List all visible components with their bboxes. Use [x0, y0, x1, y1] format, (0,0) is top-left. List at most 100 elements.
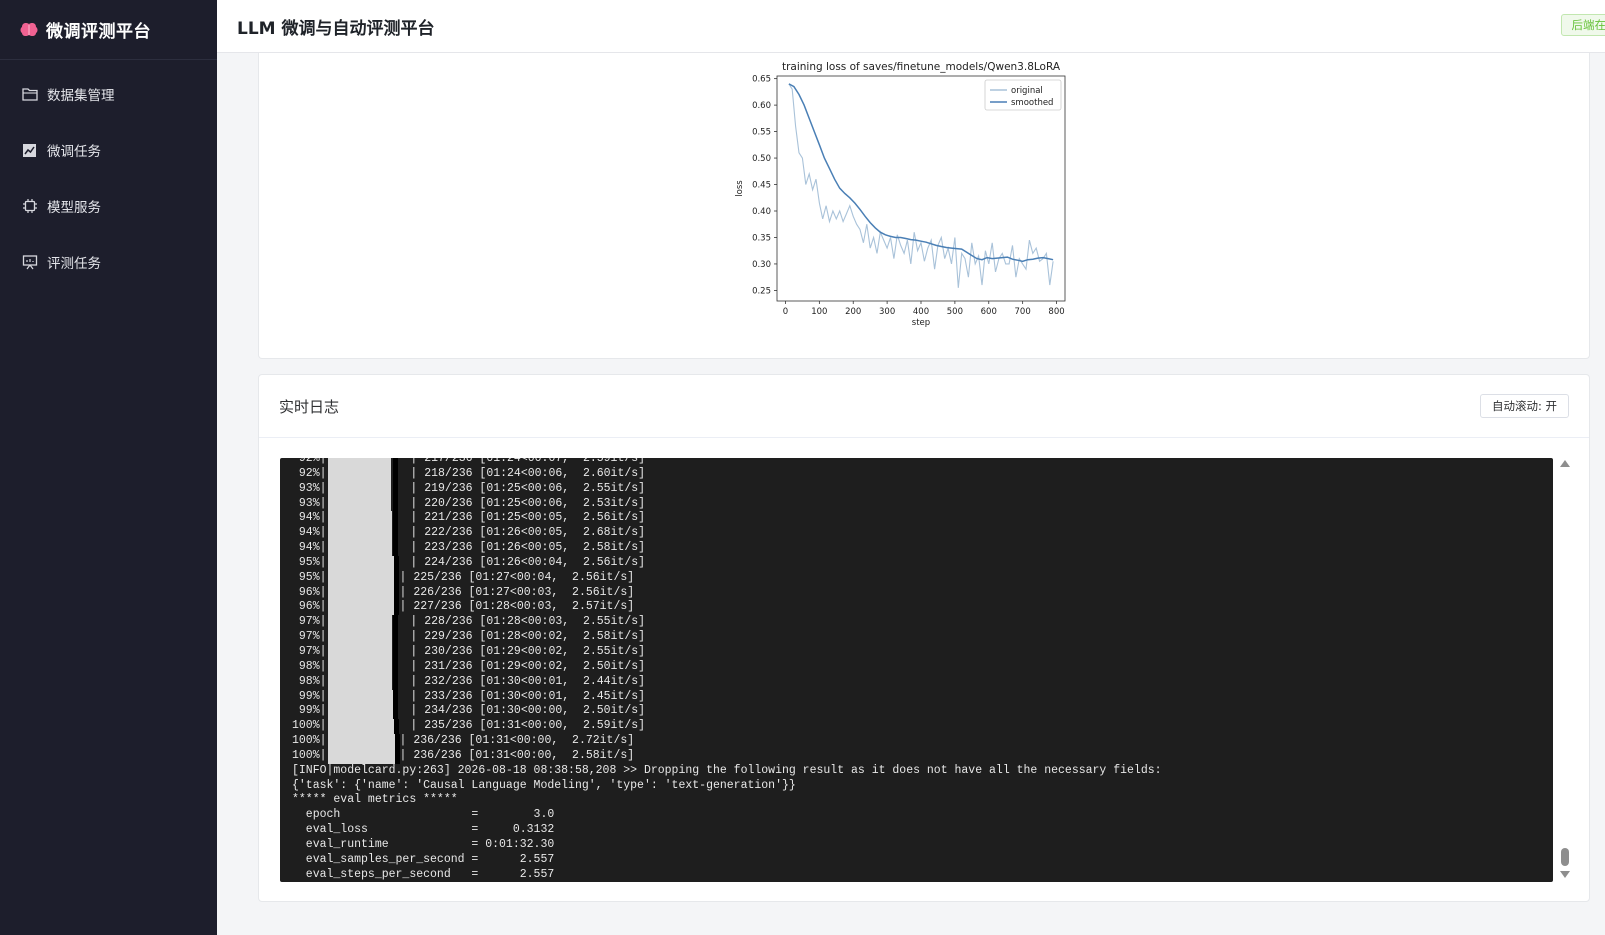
sidebar-item-datasets[interactable]: 数据集管理 — [0, 66, 217, 122]
progress-bar-fill — [327, 541, 392, 556]
progress-bar-fill — [327, 689, 393, 705]
progress-bar-edge — [392, 704, 398, 720]
progress-percent: 98%| — [292, 674, 327, 688]
progress-stats: | 236/236 [01:31<00:00, 2.58it/s] — [399, 748, 635, 762]
progress-bar-fill — [327, 734, 395, 749]
progress-bar-edge — [392, 526, 398, 542]
progress-percent: 94%| — [292, 526, 327, 540]
presentation-icon — [21, 254, 38, 271]
log-line: 97%| | 229/236 [01:28<00:02, 2.58it/s] — [292, 630, 1553, 645]
progress-bar-edge — [393, 555, 399, 571]
progress-bar-fill — [327, 570, 394, 586]
y-tick-label: 0.50 — [752, 154, 771, 164]
legend-entry: original — [1011, 86, 1043, 96]
top-header: LLM 微调与自动评测平台 后端在 — [217, 0, 1605, 53]
progress-percent: 97%| — [292, 644, 327, 658]
log-line: 96%| | 227/236 [01:28<00:03, 2.57it/s] — [292, 600, 1553, 616]
sidebar-item-evaluation[interactable]: 评测任务 — [0, 234, 217, 290]
progress-stats: | 232/236 [01:30<00:01, 2.44it/s] — [403, 674, 646, 688]
progress-bar — [327, 674, 400, 690]
progress-bar-edge — [392, 458, 398, 467]
progress-bar-fill — [327, 600, 394, 616]
sidebar-item-finetune[interactable]: 微调任务 — [0, 122, 217, 178]
progress-percent: 98%| — [292, 659, 327, 673]
progress-stats: | 234/236 [01:30<00:00, 2.50it/s] — [403, 704, 646, 718]
progress-bar-edge — [392, 541, 398, 556]
y-tick-label: 0.45 — [752, 181, 771, 191]
log-line: 93%| | 219/236 [01:25<00:06, 2.55it/s] — [292, 481, 1553, 497]
log-line: 94%| | 222/236 [01:26<00:05, 2.68it/s] — [292, 526, 1553, 542]
progress-bar — [327, 748, 400, 764]
progress-percent: 96%| — [292, 585, 327, 599]
scroll-down-arrow-icon[interactable] — [1560, 871, 1570, 878]
log-line: eval_samples_per_second = 2.557 — [292, 852, 555, 866]
progress-bar-edge — [393, 585, 399, 601]
progress-bar-edge — [392, 496, 398, 512]
progress-percent: 93%| — [292, 481, 327, 495]
progress-stats: | 219/236 [01:25<00:06, 2.55it/s] — [403, 481, 646, 495]
training-loss-card: training loss of saves/finetune_models/Q… — [258, 53, 1590, 359]
sidebar-menu: 数据集管理 微调任务 模型服务 评测任务 — [0, 66, 217, 290]
progress-bar-edge — [394, 734, 400, 749]
log-lines: 92%| | 217/236 [01:24<00:07, 2.59it/s] 9… — [280, 458, 1553, 882]
progress-percent: 92%| — [292, 458, 327, 465]
x-tick-label: 400 — [913, 307, 929, 317]
progress-bar-edge — [392, 511, 398, 527]
progress-stats: | 223/236 [01:26<00:05, 2.58it/s] — [403, 541, 646, 555]
log-terminal[interactable]: 92%| | 217/236 [01:24<00:07, 2.59it/s] 9… — [280, 458, 1553, 882]
log-line: 93%| | 220/236 [01:25<00:06, 2.53it/s] — [292, 496, 1553, 512]
x-tick-label: 100 — [811, 307, 827, 317]
sidebar-item-label: 模型服务 — [47, 200, 101, 216]
progress-stats: | 217/236 [01:24<00:07, 2.59it/s] — [403, 458, 646, 465]
progress-percent: 100%| — [292, 748, 327, 762]
autoscroll-toggle-button[interactable]: 自动滚动: 开 — [1479, 394, 1569, 418]
realtime-log-card: 实时日志 自动滚动: 开 92%| | 217/236 [01:24<00:07… — [258, 374, 1590, 902]
progress-stats: | 224/236 [01:26<00:04, 2.56it/s] — [403, 555, 646, 569]
progress-bar-fill — [327, 674, 392, 690]
sidebar-item-model-service[interactable]: 模型服务 — [0, 178, 217, 234]
progress-stats: | 233/236 [01:30<00:01, 2.45it/s] — [403, 689, 646, 703]
progress-bar-edge — [392, 689, 398, 705]
log-scrollbar[interactable] — [1559, 458, 1571, 882]
progress-bar-edge — [393, 600, 399, 616]
progress-bar — [327, 615, 400, 631]
y-axis-label: loss — [735, 180, 745, 197]
log-line: 100%| | 235/236 [01:31<00:00, 2.59it/s] — [292, 719, 1553, 735]
progress-percent: 97%| — [292, 630, 327, 644]
scroll-up-arrow-icon[interactable] — [1560, 460, 1570, 467]
log-line: eval_loss = 0.3132 — [292, 823, 555, 837]
progress-bar-edge — [392, 481, 398, 497]
x-tick-label: 600 — [981, 307, 997, 317]
scrollbar-thumb[interactable] — [1561, 848, 1569, 866]
progress-bar-edge — [392, 466, 398, 482]
y-tick-label: 0.25 — [752, 286, 771, 296]
x-axis-label: step — [912, 318, 930, 328]
progress-bar-fill — [327, 644, 392, 660]
progress-stats: | 235/236 [01:31<00:00, 2.59it/s] — [403, 719, 646, 733]
progress-bar — [327, 734, 400, 749]
log-line: 96%| | 226/236 [01:27<00:03, 2.56it/s] — [292, 585, 1553, 601]
progress-stats: | 221/236 [01:25<00:05, 2.56it/s] — [403, 511, 646, 525]
progress-bar — [327, 630, 400, 645]
log-line: eval_runtime = 0:01:32.30 — [292, 837, 555, 851]
brand[interactable]: 微调评测平台 — [0, 0, 217, 60]
progress-bar-edge — [394, 748, 400, 764]
y-tick-label: 0.40 — [752, 207, 771, 217]
progress-bar-edge — [392, 659, 398, 675]
progress-bar-edge — [392, 615, 398, 631]
line-chart-icon — [21, 142, 38, 159]
progress-bar-fill — [327, 585, 394, 601]
progress-percent: 93%| — [292, 496, 327, 510]
chart-title: training loss of saves/finetune_models/Q… — [782, 61, 1061, 73]
progress-percent: 99%| — [292, 689, 327, 703]
progress-bar-fill — [327, 630, 392, 645]
progress-stats: | 230/236 [01:29<00:02, 2.55it/s] — [403, 644, 646, 658]
progress-percent: 100%| — [292, 719, 327, 733]
progress-stats: | 236/236 [01:31<00:00, 2.72it/s] — [399, 734, 635, 748]
cpu-icon — [21, 198, 38, 215]
progress-percent: 92%| — [292, 466, 327, 480]
sidebar-item-label: 数据集管理 — [47, 88, 115, 104]
progress-stats: | 225/236 [01:27<00:04, 2.56it/s] — [399, 570, 635, 584]
progress-bar — [327, 644, 400, 660]
sidebar-item-label: 评测任务 — [47, 256, 101, 272]
